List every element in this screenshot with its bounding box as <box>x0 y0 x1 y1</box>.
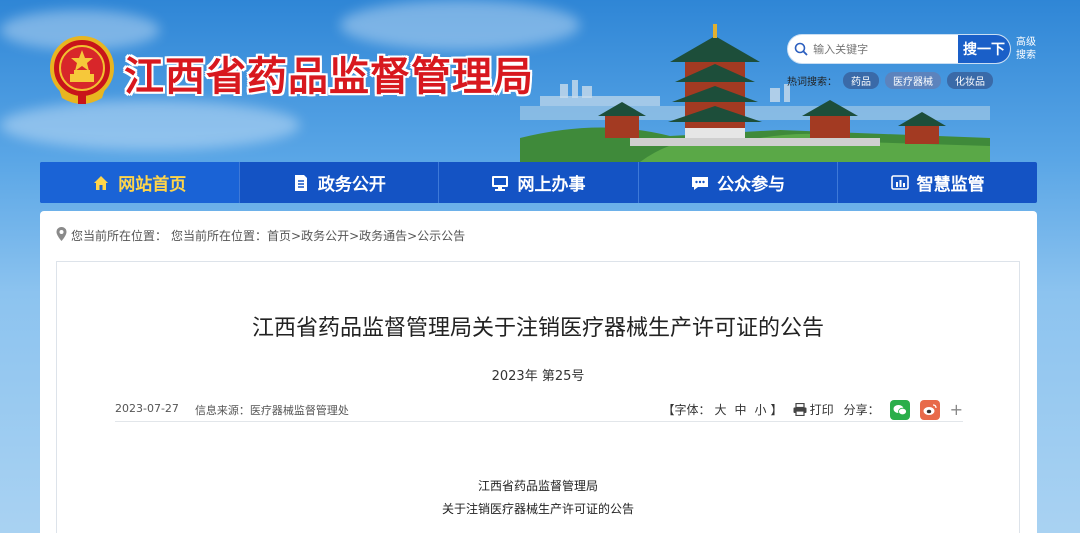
nav-item-home[interactable]: 网站首页 <box>40 162 240 203</box>
publish-date: 2023-07-27 <box>115 401 179 415</box>
hot-word-devices[interactable]: 医疗器械 <box>885 72 941 89</box>
document-icon <box>292 174 310 192</box>
nav-item-label: 网上办事 <box>517 175 586 195</box>
search-box: 搜一下 <box>787 34 1011 64</box>
nav-item-label: 公众参与 <box>717 175 786 195</box>
breadcrumb-path[interactable]: 您当前所在位置：首页>政务公开>政务通告>公示公告 <box>171 227 465 244</box>
article-meta: 2023-07-27 信息来源：医疗器械监督管理处 【字体： 大中小】 打印 分享… <box>115 398 963 422</box>
search-button[interactable]: 搜一下 <box>958 35 1010 63</box>
font-size-control: 【字体： 大中小】 <box>662 401 782 418</box>
article-title: 江西省药品监督管理局关于注销医疗器械生产许可证的公告 <box>251 316 824 341</box>
body-heading-line-2: 关于注销医疗器械生产许可证的公告 <box>441 502 634 516</box>
hot-word-cosmetics[interactable]: 化妆品 <box>947 72 993 89</box>
print-label: 打印 <box>809 403 834 417</box>
body-heading-line-1: 江西省药品监督管理局 <box>477 479 598 493</box>
print-button[interactable]: 打印 <box>793 401 834 418</box>
font-size-medium[interactable]: 中 <box>735 403 747 417</box>
advanced-search-link[interactable]: 高级搜索 <box>1016 36 1038 62</box>
search-input[interactable] <box>813 35 959 63</box>
more-share-button[interactable]: + <box>950 400 963 419</box>
article-container: 江西省药品监督管理局关于注销医疗器械生产许可证的公告 2023年 第25号 20… <box>56 261 1020 533</box>
hot-word-drugs[interactable]: 药品 <box>843 72 879 89</box>
main-nav: 网站首页 政务公开 网上办事 公众参与 智慧监管 <box>40 162 1037 203</box>
nav-item-smart-supervision[interactable]: 智慧监管 <box>838 162 1037 203</box>
font-size-small[interactable]: 小 <box>755 403 767 417</box>
nav-item-online-service[interactable]: 网上办事 <box>439 162 639 203</box>
weibo-share-icon[interactable] <box>919 399 940 420</box>
wechat-share-icon[interactable] <box>889 399 910 420</box>
location-pin-icon <box>56 227 67 244</box>
nav-item-label: 网站首页 <box>118 175 187 195</box>
printer-icon <box>793 403 807 416</box>
content-panel: 您当前所在位置： 您当前所在位置：首页>政务公开>政务通告>公示公告 江西省药品… <box>40 211 1037 533</box>
nav-item-label: 智慧监管 <box>916 175 985 195</box>
site-title[interactable]: 江西省药品监督管理局 <box>124 44 534 102</box>
home-icon <box>92 174 110 192</box>
breadcrumb: 您当前所在位置： 您当前所在位置：首页>政务公开>政务通告>公示公告 <box>56 227 465 244</box>
chart-icon <box>890 174 909 192</box>
info-source: 信息来源：医疗器械监督管理处 <box>194 403 349 417</box>
monitor-icon <box>491 174 509 192</box>
site-header: 江西省药品监督管理局 输入关键字 搜一下 高级搜索 热词搜索： 药品 医疗器械 … <box>0 0 1080 162</box>
breadcrumb-prefix: 您当前所在位置： <box>71 229 168 243</box>
font-size-large[interactable]: 大 <box>715 403 727 417</box>
chat-icon <box>691 174 709 192</box>
hot-words-label: 热词搜索： <box>787 77 837 88</box>
document-number: 2023年 第25号 <box>491 369 585 384</box>
hot-words: 热词搜索： 药品 医疗器械 化妆品 <box>787 72 993 89</box>
share-label: 分享： <box>843 403 880 417</box>
national-emblem-icon <box>50 36 114 104</box>
font-size-label: 【字体： <box>662 403 711 417</box>
search-icon <box>788 35 813 63</box>
nav-item-public-participation[interactable]: 公众参与 <box>639 162 839 203</box>
font-size-close: 】 <box>770 403 783 417</box>
nav-item-label: 政务公开 <box>317 175 386 195</box>
nav-item-government-affairs[interactable]: 政务公开 <box>240 162 440 203</box>
